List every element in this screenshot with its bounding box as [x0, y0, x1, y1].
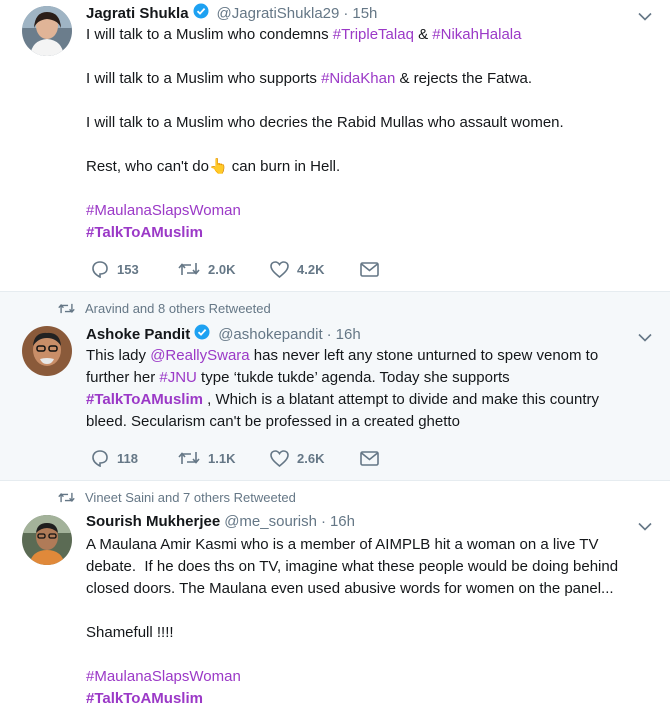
- hashtag-link[interactable]: #TalkToAMuslim: [86, 391, 203, 408]
- like-count: 2.6K: [297, 450, 325, 466]
- tweet-line: I will talk to a Muslim who decries the …: [86, 114, 564, 131]
- tweet-text: This lady @ReallySwara has never left an…: [86, 345, 651, 433]
- hashtag-link[interactable]: #TalkToAMuslim: [86, 222, 651, 244]
- retweet-icon: [178, 452, 200, 464]
- tweet-line: debate. If he does ths on TV, imagine wh…: [86, 558, 619, 575]
- hashtag-link[interactable]: #TalkToAMuslim: [86, 688, 651, 710]
- tweet-line: I will talk to a Muslim who condemns #Tr…: [86, 26, 522, 43]
- retweeted-by: Vineet Saini and 7 others Retweeted: [58, 490, 296, 505]
- pointing-up-emoji: 👆: [208, 158, 228, 175]
- author-handle[interactable]: @JagratiShukla29: [217, 5, 340, 22]
- envelope-icon: [360, 261, 379, 277]
- retweeted-by-label[interactable]: Aravind and 8 others Retweeted: [85, 301, 271, 316]
- tweet-text: I will talk to a Muslim who condemns #Tr…: [86, 24, 651, 244]
- avatar[interactable]: [22, 326, 72, 376]
- reply-count: 118: [117, 450, 138, 466]
- retweeted-by-label[interactable]: Vineet Saini and 7 others Retweeted: [85, 490, 296, 505]
- tweet-time[interactable]: 16h: [330, 513, 355, 530]
- reply-count: 153: [117, 261, 139, 277]
- separator-dot: ·: [320, 513, 326, 530]
- tweet-text: A Maulana Amir Kasmi who is a member of …: [86, 534, 651, 710]
- retweet-count: 1.1K: [208, 450, 236, 466]
- tweet-card[interactable]: Aravind and 8 others Retweeted Ashoke Pa…: [0, 292, 670, 481]
- direct-message-button[interactable]: [360, 450, 387, 466]
- tweet-header: Sourish Mukherjee @me_sourish · 16h: [86, 513, 355, 530]
- tweet-line: further her #JNU type ‘tukde tukde’ agen…: [86, 369, 510, 386]
- verified-icon: [194, 324, 210, 344]
- tweet-line: This lady @ReallySwara has never left an…: [86, 347, 599, 364]
- retweet-button[interactable]: 2.0K: [178, 261, 270, 277]
- retweet-button[interactable]: 1.1K: [178, 450, 270, 466]
- hashtag-link[interactable]: #TripleTalaq: [333, 26, 414, 43]
- tweet-time[interactable]: 15h: [352, 5, 377, 22]
- tweet-header: Jagrati Shukla @JagratiShukla29 · 15h: [86, 3, 377, 23]
- direct-message-button[interactable]: [360, 261, 387, 277]
- verified-icon: [193, 3, 209, 23]
- hashtag-link[interactable]: #NidaKhan: [321, 70, 395, 87]
- tweet-card[interactable]: Vineet Saini and 7 others Retweeted Sour…: [0, 481, 670, 713]
- avatar[interactable]: [22, 515, 72, 565]
- author-handle[interactable]: @me_sourish: [224, 513, 317, 530]
- separator-dot: ·: [326, 325, 332, 343]
- tweet-line: #TalkToAMuslim , Which is a blatant atte…: [86, 391, 599, 408]
- reply-icon: [92, 261, 108, 278]
- tweet-actions: 118 1.1K 2.6K: [90, 449, 387, 467]
- tweet-line: Rest, who can't do👆 can burn in Hell.: [86, 158, 341, 175]
- retweet-icon: [178, 263, 200, 275]
- retweet-icon: [58, 492, 75, 503]
- tweet-header: Ashoke Pandit @ashokepandit · 16h: [86, 324, 361, 344]
- reply-button[interactable]: 118: [90, 449, 178, 467]
- reply-icon: [92, 450, 108, 467]
- mention-link[interactable]: @ReallySwara: [150, 347, 249, 364]
- retweet-count: 2.0K: [208, 261, 236, 277]
- tweet-line: I will talk to a Muslim who supports #Ni…: [86, 70, 533, 87]
- tweet-line: Shamefull !!!!: [86, 624, 174, 641]
- heart-icon: [270, 449, 289, 467]
- author-name[interactable]: Ashoke Pandit: [86, 326, 190, 343]
- hashtag-link[interactable]: #JNU: [159, 369, 197, 386]
- hashtag-link[interactable]: #MaulanaSlapsWoman: [86, 200, 651, 222]
- retweeted-by: Aravind and 8 others Retweeted: [58, 301, 271, 316]
- author-name[interactable]: Sourish Mukherjee: [86, 513, 220, 530]
- tweet-line: closed doors. The Maulana even used abus…: [86, 580, 614, 597]
- hashtag-link[interactable]: #MaulanaSlapsWoman: [86, 666, 651, 688]
- tweet-actions: 153 2.0K 4.2K: [90, 260, 387, 278]
- like-button[interactable]: 4.2K: [270, 260, 360, 278]
- retweet-icon: [58, 303, 75, 314]
- hashtag-link[interactable]: #NikahHalala: [432, 26, 521, 43]
- tweet-time[interactable]: 16h: [336, 326, 361, 343]
- tweet-line: bleed. Secularism can't be professed in …: [86, 413, 460, 430]
- tweet-card[interactable]: Jagrati Shukla @JagratiShukla29 · 15h I …: [0, 0, 670, 292]
- like-count: 4.2K: [297, 261, 325, 277]
- like-button[interactable]: 2.6K: [270, 449, 360, 467]
- heart-icon: [270, 260, 289, 278]
- tweet-line: A Maulana Amir Kasmi who is a member of …: [86, 536, 599, 553]
- author-handle[interactable]: @ashokepandit: [218, 326, 322, 343]
- reply-button[interactable]: 153: [90, 260, 178, 278]
- envelope-icon: [360, 450, 379, 466]
- avatar[interactable]: [22, 6, 72, 56]
- author-name[interactable]: Jagrati Shukla: [86, 5, 189, 22]
- separator-dot: ·: [343, 4, 349, 22]
